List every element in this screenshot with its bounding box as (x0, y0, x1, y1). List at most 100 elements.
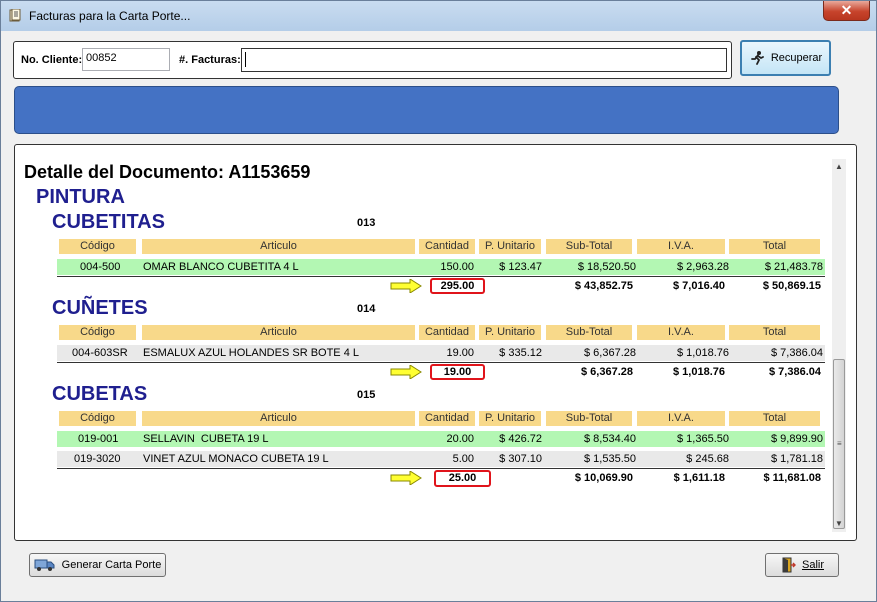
group-quantity-total: 19.00 (430, 364, 485, 380)
vertical-scrollbar[interactable]: ▲ ≡ ▼ (832, 159, 846, 532)
col-unitario: P. Unitario (479, 239, 541, 254)
info-bar (14, 86, 839, 134)
grip-icon: ≡ (837, 439, 842, 448)
group-subtotal-total: $ 43,852.75 (574, 280, 633, 292)
window-title: Facturas para la Carta Porte... (29, 9, 191, 23)
table-row[interactable]: 019-3020 VINET AZUL MONACO CUBETA 19 L 5… (57, 451, 825, 467)
cell-codigo: 004-500 (80, 261, 121, 273)
cell-iva: $ 2,963.28 (677, 261, 729, 273)
col-iva: I.V.A. (637, 411, 725, 426)
no-cliente-label: No. Cliente: (21, 54, 83, 66)
salir-button[interactable]: Salir (765, 553, 839, 577)
group-title: CUBETAS (52, 383, 148, 405)
scroll-up-icon[interactable]: ▲ (832, 159, 846, 175)
document-detail-panel: Detalle del Documento: A1153659 PINTURA … (14, 144, 857, 541)
cell-unitario: $ 335.12 (499, 347, 542, 359)
cell-articulo: ESMALUX AZUL HOLANDES SR BOTE 4 L (143, 347, 359, 359)
group-quantity-total: 295.00 (430, 278, 485, 294)
cell-subtotal: $ 1,535.50 (584, 453, 636, 465)
group-subtotal-total: $ 10,069.90 (574, 472, 633, 484)
col-codigo: Código (59, 239, 136, 254)
cell-iva: $ 1,365.50 (677, 433, 729, 445)
group-quantity-total: 25.00 (434, 470, 491, 487)
recuperar-button[interactable]: Recuperar (740, 40, 831, 76)
cell-articulo: OMAR BLANCO CUBETITA 4 L (143, 261, 299, 273)
title-bar[interactable]: Facturas para la Carta Porte... ✕ (1, 1, 876, 31)
divider (57, 362, 825, 363)
arrow-right-icon (390, 471, 422, 485)
col-iva: I.V.A. (637, 239, 725, 254)
cell-articulo: SELLAVIN CUBETA 19 L (143, 433, 269, 445)
col-total: Total (729, 325, 820, 340)
scroll-down-icon[interactable]: ▼ (832, 516, 846, 532)
cell-unitario: $ 307.10 (499, 453, 542, 465)
group-iva-total: $ 7,016.40 (673, 280, 725, 292)
col-subtotal: Sub-Total (546, 411, 632, 426)
group-code: 015 (357, 389, 376, 401)
cell-cantidad: 5.00 (452, 453, 474, 465)
col-unitario: P. Unitario (479, 325, 541, 340)
cell-subtotal: $ 6,367.28 (584, 347, 636, 359)
cell-codigo: 019-001 (78, 433, 119, 445)
cell-subtotal: $ 8,534.40 (584, 433, 636, 445)
group-iva-total: $ 1,611.18 (673, 472, 725, 484)
facturas-input[interactable] (241, 48, 727, 72)
generar-label: Generar Carta Porte (61, 559, 162, 571)
cell-codigo: 019-3020 (74, 453, 121, 465)
group-code: 014 (357, 303, 376, 315)
cell-unitario: $ 426.72 (499, 433, 542, 445)
cell-codigo: 004-603SR (72, 347, 128, 359)
group-subtotal-total: $ 6,367.28 (581, 366, 633, 378)
client-panel: No. Cliente: 00852 #. Facturas: (13, 41, 732, 79)
table-row[interactable]: 004-603SR ESMALUX AZUL HOLANDES SR BOTE … (57, 345, 825, 361)
group-grand-total: $ 50,869.15 (762, 280, 821, 292)
cell-cantidad: 150.00 (440, 261, 474, 273)
col-total: Total (729, 239, 820, 254)
salir-label: Salir (801, 559, 824, 571)
table-row[interactable]: 004-500 OMAR BLANCO CUBETITA 4 L 150.00 … (57, 259, 825, 275)
cell-cantidad: 19.00 (446, 347, 474, 359)
col-articulo: Articulo (142, 239, 415, 254)
col-iva: I.V.A. (637, 325, 725, 340)
cell-total: $ 9,899.90 (771, 433, 823, 445)
cell-unitario: $ 123.47 (499, 261, 542, 273)
exit-door-icon (782, 557, 796, 573)
col-cantidad: Cantidad (419, 411, 475, 426)
cell-cantidad: 20.00 (446, 433, 474, 445)
col-total: Total (729, 411, 820, 426)
col-cantidad: Cantidad (419, 325, 475, 340)
close-button[interactable]: ✕ (823, 1, 870, 21)
table-row[interactable]: 019-001 SELLAVIN CUBETA 19 L 20.00 $ 426… (57, 431, 825, 447)
group-iva-total: $ 1,018.76 (673, 366, 725, 378)
truck-icon (34, 559, 55, 571)
divider (57, 468, 825, 469)
cell-iva: $ 245.68 (686, 453, 729, 465)
cell-total: $ 21,483.78 (764, 261, 823, 273)
cell-subtotal: $ 18,520.50 (577, 261, 636, 273)
col-subtotal: Sub-Total (546, 239, 632, 254)
cell-articulo: VINET AZUL MONACO CUBETA 19 L (143, 453, 329, 465)
col-subtotal: Sub-Total (546, 325, 632, 340)
generar-carta-porte-button[interactable]: Generar Carta Porte (29, 553, 166, 577)
divider (57, 276, 825, 277)
group-title: CUBETITAS (52, 211, 165, 233)
col-codigo: Código (59, 325, 136, 340)
running-man-icon (750, 51, 764, 65)
col-articulo: Articulo (142, 411, 415, 426)
text-cursor (245, 52, 246, 67)
group-grand-total: $ 11,681.08 (763, 472, 821, 484)
recuperar-label: Recuperar (770, 52, 823, 64)
cell-iva: $ 1,018.76 (677, 347, 729, 359)
col-codigo: Código (59, 411, 136, 426)
group-title: CUÑETES (52, 297, 148, 319)
arrow-right-icon (390, 279, 422, 293)
facturas-label: #. Facturas: (179, 54, 241, 66)
arrow-right-icon (390, 365, 422, 379)
category-title: PINTURA (36, 186, 125, 208)
cell-total: $ 1,781.18 (771, 453, 823, 465)
no-cliente-input[interactable]: 00852 (82, 48, 170, 71)
document-icon (9, 9, 21, 22)
col-unitario: P. Unitario (479, 411, 541, 426)
scroll-thumb[interactable]: ≡ (833, 359, 845, 529)
document-title: Detalle del Documento: A1153659 (24, 162, 311, 182)
